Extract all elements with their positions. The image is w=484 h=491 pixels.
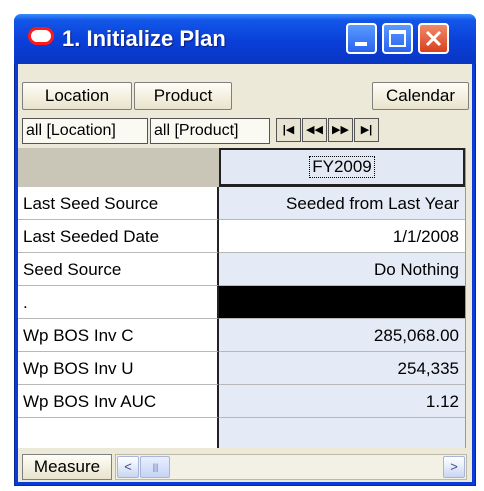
close-button[interactable] xyxy=(418,23,449,54)
vertical-scrollbar[interactable] xyxy=(465,148,472,448)
grip-icon: |||| xyxy=(152,462,158,472)
grid-cell[interactable]: 1/1/2008 xyxy=(219,220,465,253)
last-page-button[interactable]: ▶| xyxy=(354,118,379,142)
grid-footer: Measure < |||| > xyxy=(18,452,472,482)
grid-cell-empty xyxy=(219,418,465,448)
row-label[interactable]: . xyxy=(18,286,219,319)
row-label[interactable]: Last Seed Source xyxy=(18,187,219,220)
location-dimension-button[interactable]: Location xyxy=(22,82,132,110)
product-position-chip[interactable]: all [Product] xyxy=(150,118,270,144)
scroll-left-button[interactable]: < xyxy=(117,456,139,478)
measure-grid: FY2009 Last Seed Source Seeded from Last… xyxy=(18,148,472,448)
window-title: 1. Initialize Plan xyxy=(62,26,226,51)
row-label[interactable]: Wp BOS Inv U xyxy=(18,352,219,385)
calendar-dimension-button[interactable]: Calendar xyxy=(372,82,469,110)
grid-cell-blacked-out xyxy=(219,286,465,319)
minimize-button[interactable] xyxy=(346,23,377,54)
maximize-icon xyxy=(389,30,406,47)
first-page-button[interactable]: |◀ xyxy=(276,118,301,142)
minimize-icon xyxy=(355,42,367,46)
scroll-right-button[interactable]: > xyxy=(443,456,465,478)
location-position-chip[interactable]: all [Location] xyxy=(22,118,148,144)
grid-cell[interactable]: 1.12 xyxy=(219,385,465,418)
scrollbar-thumb[interactable]: |||| xyxy=(140,456,170,478)
chevron-left-icon: < xyxy=(124,459,132,474)
workbook-panel: Location Product Calendar all [Location]… xyxy=(18,64,472,482)
row-label-empty xyxy=(18,418,219,448)
measure-dimension-button[interactable]: Measure xyxy=(22,454,112,480)
grid-cell[interactable]: Do Nothing xyxy=(219,253,465,286)
grid-corner xyxy=(18,148,219,188)
next-page-icon: ▶▶ xyxy=(332,124,349,136)
oracle-logo-icon xyxy=(28,27,54,45)
previous-page-icon: ◀◀ xyxy=(306,124,323,136)
next-page-button[interactable]: ▶▶ xyxy=(328,118,353,142)
chevron-right-icon: > xyxy=(450,459,458,474)
horizontal-scrollbar[interactable]: < |||| > xyxy=(115,454,467,480)
previous-page-button[interactable]: ◀◀ xyxy=(302,118,327,142)
product-dimension-button[interactable]: Product xyxy=(134,82,232,110)
grid-cell[interactable]: 254,335 xyxy=(219,352,465,385)
grid-cell[interactable]: Seeded from Last Year xyxy=(219,187,465,220)
grid-cell[interactable]: 285,068.00 xyxy=(219,319,465,352)
initialize-plan-window: 1. Initialize Plan Location Product Cale… xyxy=(14,14,476,486)
row-label[interactable]: Last Seeded Date xyxy=(18,220,219,253)
last-page-icon: ▶| xyxy=(360,124,373,136)
column-header-fy2009[interactable]: FY2009 xyxy=(219,148,465,187)
row-label[interactable]: Wp BOS Inv AUC xyxy=(18,385,219,418)
row-label[interactable]: Wp BOS Inv C xyxy=(18,319,219,352)
first-page-icon: |◀ xyxy=(282,124,295,136)
row-label[interactable]: Seed Source xyxy=(18,253,219,286)
title-bar[interactable]: 1. Initialize Plan xyxy=(14,14,476,64)
close-icon xyxy=(425,30,442,47)
maximize-button[interactable] xyxy=(382,23,413,54)
